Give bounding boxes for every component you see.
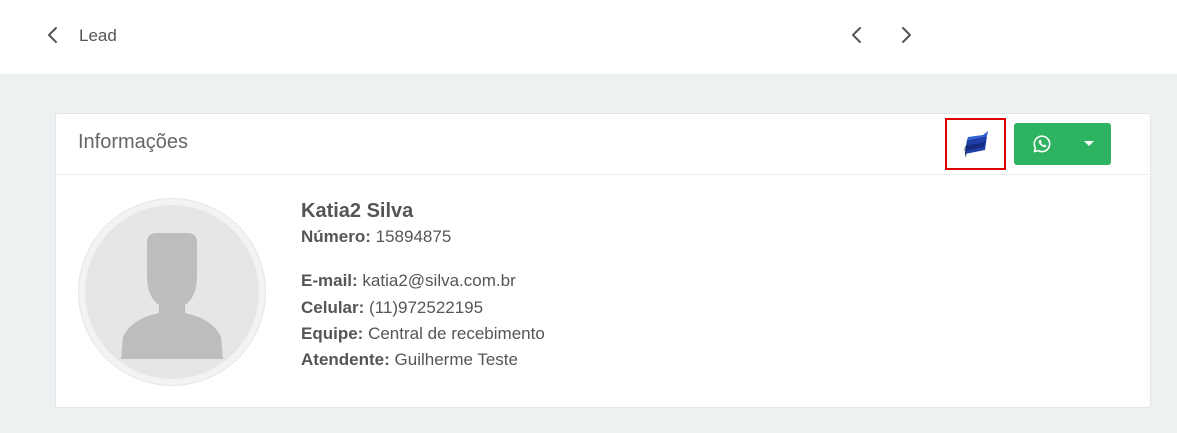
numero-row: Número: 15894875 (301, 227, 451, 247)
atendente-row: Atendente: Guilherme Teste (301, 350, 518, 370)
top-bar: Lead (0, 0, 1177, 74)
atendente-label: Atendente: (301, 350, 390, 369)
equipe-row: Equipe: Central de recebimento (301, 324, 545, 344)
equipe-label: Equipe: (301, 324, 364, 343)
email-label: E-mail: (301, 271, 358, 290)
chevron-left-icon (48, 27, 57, 43)
flag-logo-icon (964, 131, 988, 158)
numero-value: 15894875 (375, 227, 452, 246)
brand-integration-button[interactable] (945, 118, 1006, 170)
caret-down-icon[interactable] (1084, 141, 1094, 146)
email-row: E-mail: katia2@silva.com.br (301, 271, 516, 291)
card-title: Informações (78, 131, 189, 153)
whatsapp-button[interactable] (1014, 123, 1111, 165)
back-button[interactable] (44, 24, 62, 46)
whatsapp-icon (1033, 135, 1051, 153)
person-silhouette-icon (121, 233, 223, 359)
email-value: katia2@silva.com.br (362, 271, 516, 290)
avatar (78, 198, 266, 386)
previous-lead-button[interactable] (848, 24, 866, 46)
contact-name: Katia2 Silva (301, 200, 414, 222)
celular-label: Celular: (301, 298, 365, 317)
atendente-value: Guilherme Teste (394, 350, 518, 369)
chevron-left-icon (852, 27, 861, 43)
numero-label: Número: (301, 227, 371, 246)
card-header: Informações (56, 114, 1150, 175)
celular-value: (11)972522195 (369, 298, 484, 317)
next-lead-button[interactable] (897, 24, 915, 46)
equipe-value: Central de recebimento (368, 324, 545, 343)
page-title: Lead (79, 26, 117, 45)
info-card: Informações Katia2 Silva Número: 1589487… (55, 113, 1151, 408)
chevron-right-icon (902, 27, 911, 43)
celular-row: Celular: (11)972522195 (301, 298, 483, 318)
